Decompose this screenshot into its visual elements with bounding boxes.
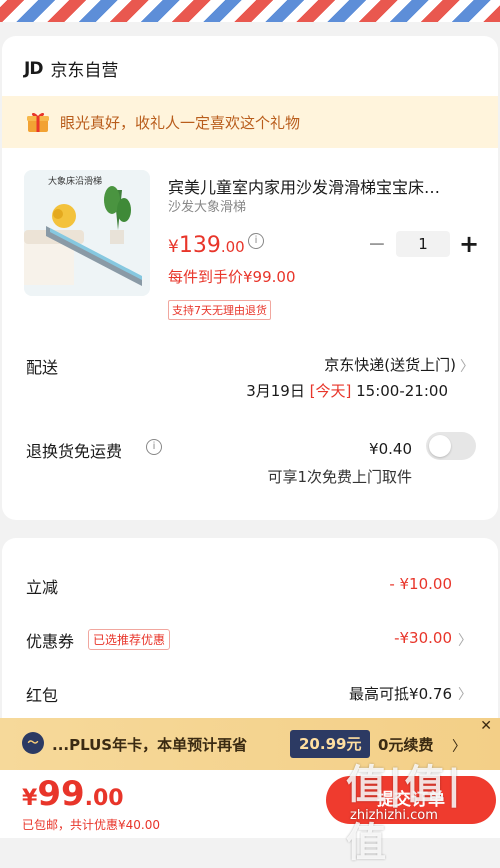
airmail-border bbox=[0, 0, 500, 22]
order-card: JD 京东自营 眼光真好，收礼人一定喜欢这个礼物 大象床沿滑梯 宾美儿童室内家用… bbox=[2, 36, 498, 520]
shipping-date: 3月19日 bbox=[246, 382, 305, 400]
chevron-right-icon[interactable]: 〉 bbox=[458, 630, 472, 650]
chevron-right-icon[interactable]: 〉 bbox=[460, 356, 474, 376]
shipping-today: [今天] bbox=[309, 382, 352, 400]
slide-image bbox=[24, 170, 150, 296]
gift-banner: 眼光真好，收礼人一定喜欢这个礼物 bbox=[2, 96, 498, 148]
coupon-tag: 已选推荐优惠 bbox=[88, 629, 171, 650]
product-thumbnail[interactable]: 大象床沿滑梯 bbox=[24, 170, 150, 296]
shipping-label: 配送 bbox=[26, 358, 59, 377]
price-decimal: .00 bbox=[220, 238, 245, 256]
total-summary: 已包邮，共计优惠¥40.00 bbox=[22, 818, 160, 832]
increase-button[interactable]: + bbox=[456, 230, 482, 258]
close-icon[interactable]: ✕ bbox=[480, 718, 492, 734]
coupon-value[interactable]: -¥30.00 bbox=[394, 629, 452, 647]
unit-price: 每件到手价¥99.00 bbox=[168, 268, 296, 286]
coupon-label: 优惠券 bbox=[26, 632, 75, 651]
shipping-method[interactable]: 京东快递(送货上门) bbox=[324, 354, 456, 375]
instant-discount-value: - ¥10.00 bbox=[389, 575, 452, 593]
gift-banner-text: 眼光真好，收礼人一定喜欢这个礼物 bbox=[60, 114, 301, 132]
price-info-icon[interactable]: i bbox=[248, 233, 264, 249]
shipping-window: 15:00-21:00 bbox=[356, 382, 448, 400]
redpacket-value[interactable]: 最高可抵¥0.76 bbox=[349, 683, 452, 704]
redpacket-label: 红包 bbox=[26, 686, 59, 705]
refund-label: 退换货免运费 bbox=[26, 442, 123, 461]
total-currency: ¥ bbox=[22, 786, 38, 811]
quantity-input[interactable]: 1 bbox=[396, 231, 450, 257]
gift-icon bbox=[27, 112, 49, 132]
product-title[interactable]: 宾美儿童室内家用沙发滑滑梯宝宝床… bbox=[168, 174, 488, 198]
jd-logo: JD bbox=[24, 58, 43, 79]
product-variant: 沙发大象滑梯 bbox=[168, 200, 247, 215]
refund-description: 可享1次免费上门取件 bbox=[267, 468, 412, 486]
return-policy-badge: 支持7天无理由退货 bbox=[168, 300, 271, 320]
total-decimal: .00 bbox=[84, 786, 124, 811]
plus-logo-icon: 〜 bbox=[22, 732, 44, 754]
store-name: 京东自营 bbox=[50, 61, 119, 81]
toggle-knob bbox=[429, 435, 451, 457]
product-price: ¥139.00 bbox=[168, 233, 245, 258]
order-total: ¥99.00 bbox=[22, 774, 124, 814]
price-integer: 139 bbox=[178, 233, 221, 258]
chevron-right-icon[interactable]: 〉 bbox=[458, 684, 472, 704]
total-integer: 99 bbox=[37, 774, 85, 814]
shipping-time: 3月19日 [今天] 15:00-21:00 bbox=[246, 380, 448, 401]
plus-banner-text: ...PLUS年卡，本单预计再省 bbox=[52, 736, 248, 754]
instant-discount-label: 立减 bbox=[26, 578, 59, 597]
thumbnail-label: 大象床沿滑梯 bbox=[48, 177, 103, 187]
store-header[interactable]: JD 京东自营 bbox=[24, 56, 119, 82]
refund-price: ¥0.40 bbox=[369, 440, 412, 458]
quantity-stepper: − 1 + bbox=[364, 230, 482, 258]
refund-toggle[interactable] bbox=[426, 432, 476, 460]
refund-info-icon[interactable]: i bbox=[146, 439, 162, 455]
price-currency: ¥ bbox=[168, 237, 179, 257]
decrease-button[interactable]: − bbox=[364, 232, 390, 257]
watermark-url: zhizhizhi.com bbox=[350, 808, 438, 823]
